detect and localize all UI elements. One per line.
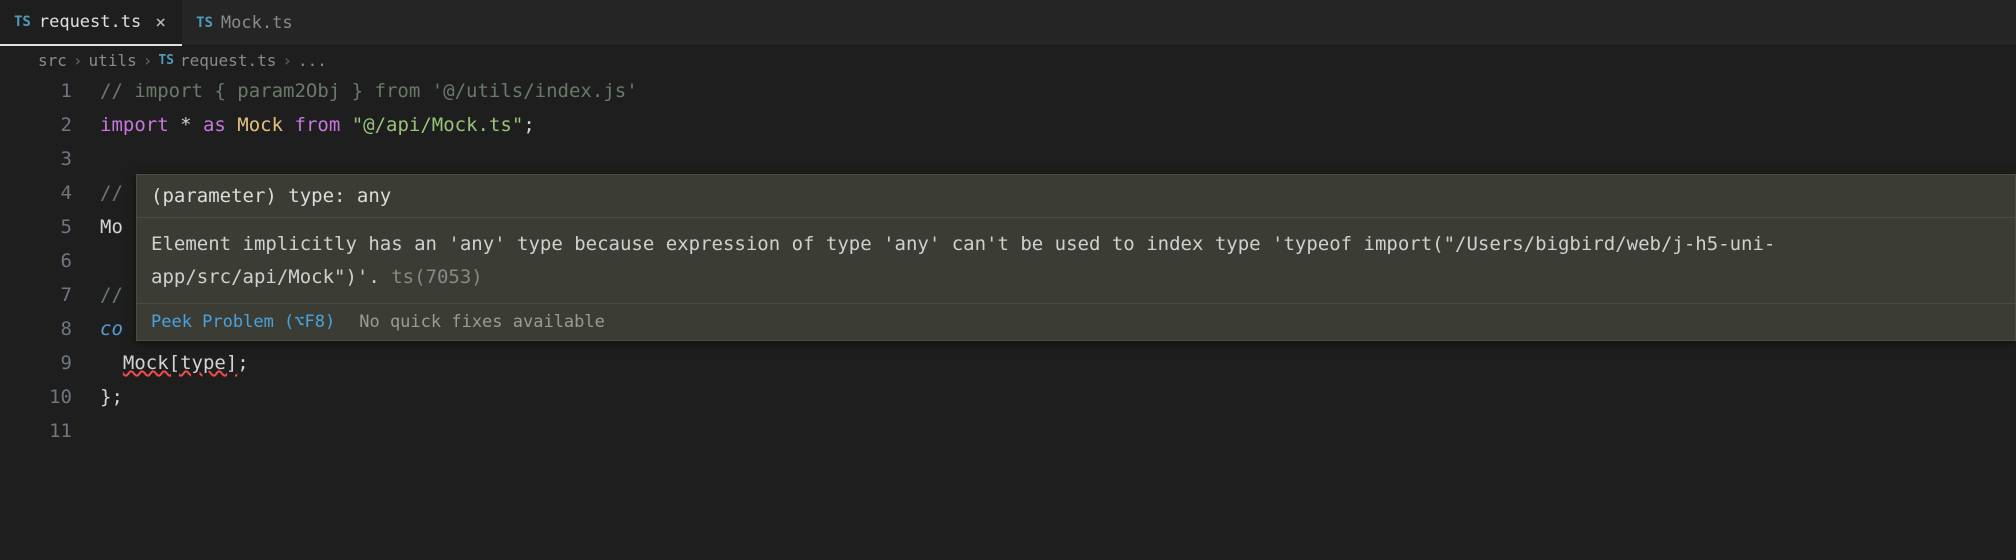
chevron-right-icon: › [143, 51, 153, 70]
line-number: 5 [0, 210, 72, 244]
tab-mock-ts[interactable]: TS Mock.ts [182, 0, 309, 46]
tab-bar: TS request.ts × TS Mock.ts [0, 0, 2016, 46]
chevron-right-icon: › [73, 51, 83, 70]
hover-message: Element implicitly has an 'any' type bec… [137, 218, 2015, 304]
breadcrumb[interactable]: src › utils › TS request.ts › ... [0, 46, 2016, 74]
ts-icon: TS [158, 53, 174, 68]
editor[interactable]: 1 2 3 4 5 6 7 8 9 10 11 // import { para… [0, 74, 2016, 448]
ts-icon: TS [196, 15, 213, 31]
breadcrumb-seg[interactable]: request.ts [180, 51, 276, 70]
hover-tooltip: (parameter) type: any Element implicitly… [136, 174, 2016, 341]
code-line[interactable]: // import { param2Obj } from '@/utils/in… [100, 74, 2016, 108]
no-quick-fix-label: No quick fixes available [359, 312, 605, 332]
breadcrumb-seg[interactable]: src [38, 51, 67, 70]
line-number: 2 [0, 108, 72, 142]
line-number: 6 [0, 244, 72, 278]
code-area[interactable]: // import { param2Obj } from '@/utils/in… [100, 74, 2016, 448]
close-icon[interactable]: × [155, 12, 166, 33]
line-number: 4 [0, 176, 72, 210]
code-line[interactable] [100, 414, 2016, 448]
tab-label: request.ts [39, 12, 141, 32]
breadcrumb-tail[interactable]: ... [298, 51, 327, 70]
error-squiggle[interactable]: Mock[type] [123, 352, 237, 374]
tab-label: Mock.ts [221, 13, 293, 33]
hover-actions: Peek Problem (⌥F8) No quick fixes availa… [137, 304, 2015, 340]
peek-problem-link[interactable]: Peek Problem (⌥F8) [151, 312, 335, 332]
error-code: ts(7053) [380, 266, 483, 288]
code-line[interactable]: }; [100, 380, 2016, 414]
line-number: 10 [0, 380, 72, 414]
line-number: 7 [0, 278, 72, 312]
line-numbers: 1 2 3 4 5 6 7 8 9 10 11 [0, 74, 100, 448]
code-line[interactable] [100, 142, 2016, 176]
line-number: 3 [0, 142, 72, 176]
line-number: 11 [0, 414, 72, 448]
line-number: 1 [0, 74, 72, 108]
ts-icon: TS [14, 14, 31, 30]
code-line[interactable]: Mock[type]; [100, 346, 2016, 380]
line-number: 8 [0, 312, 72, 346]
chevron-right-icon: › [282, 51, 292, 70]
hover-signature: (parameter) type: any [137, 175, 2015, 218]
code-line[interactable]: import * as Mock from "@/api/Mock.ts"; [100, 108, 2016, 142]
line-number: 9 [0, 346, 72, 380]
tab-request-ts[interactable]: TS request.ts × [0, 0, 182, 46]
breadcrumb-seg[interactable]: utils [89, 51, 137, 70]
